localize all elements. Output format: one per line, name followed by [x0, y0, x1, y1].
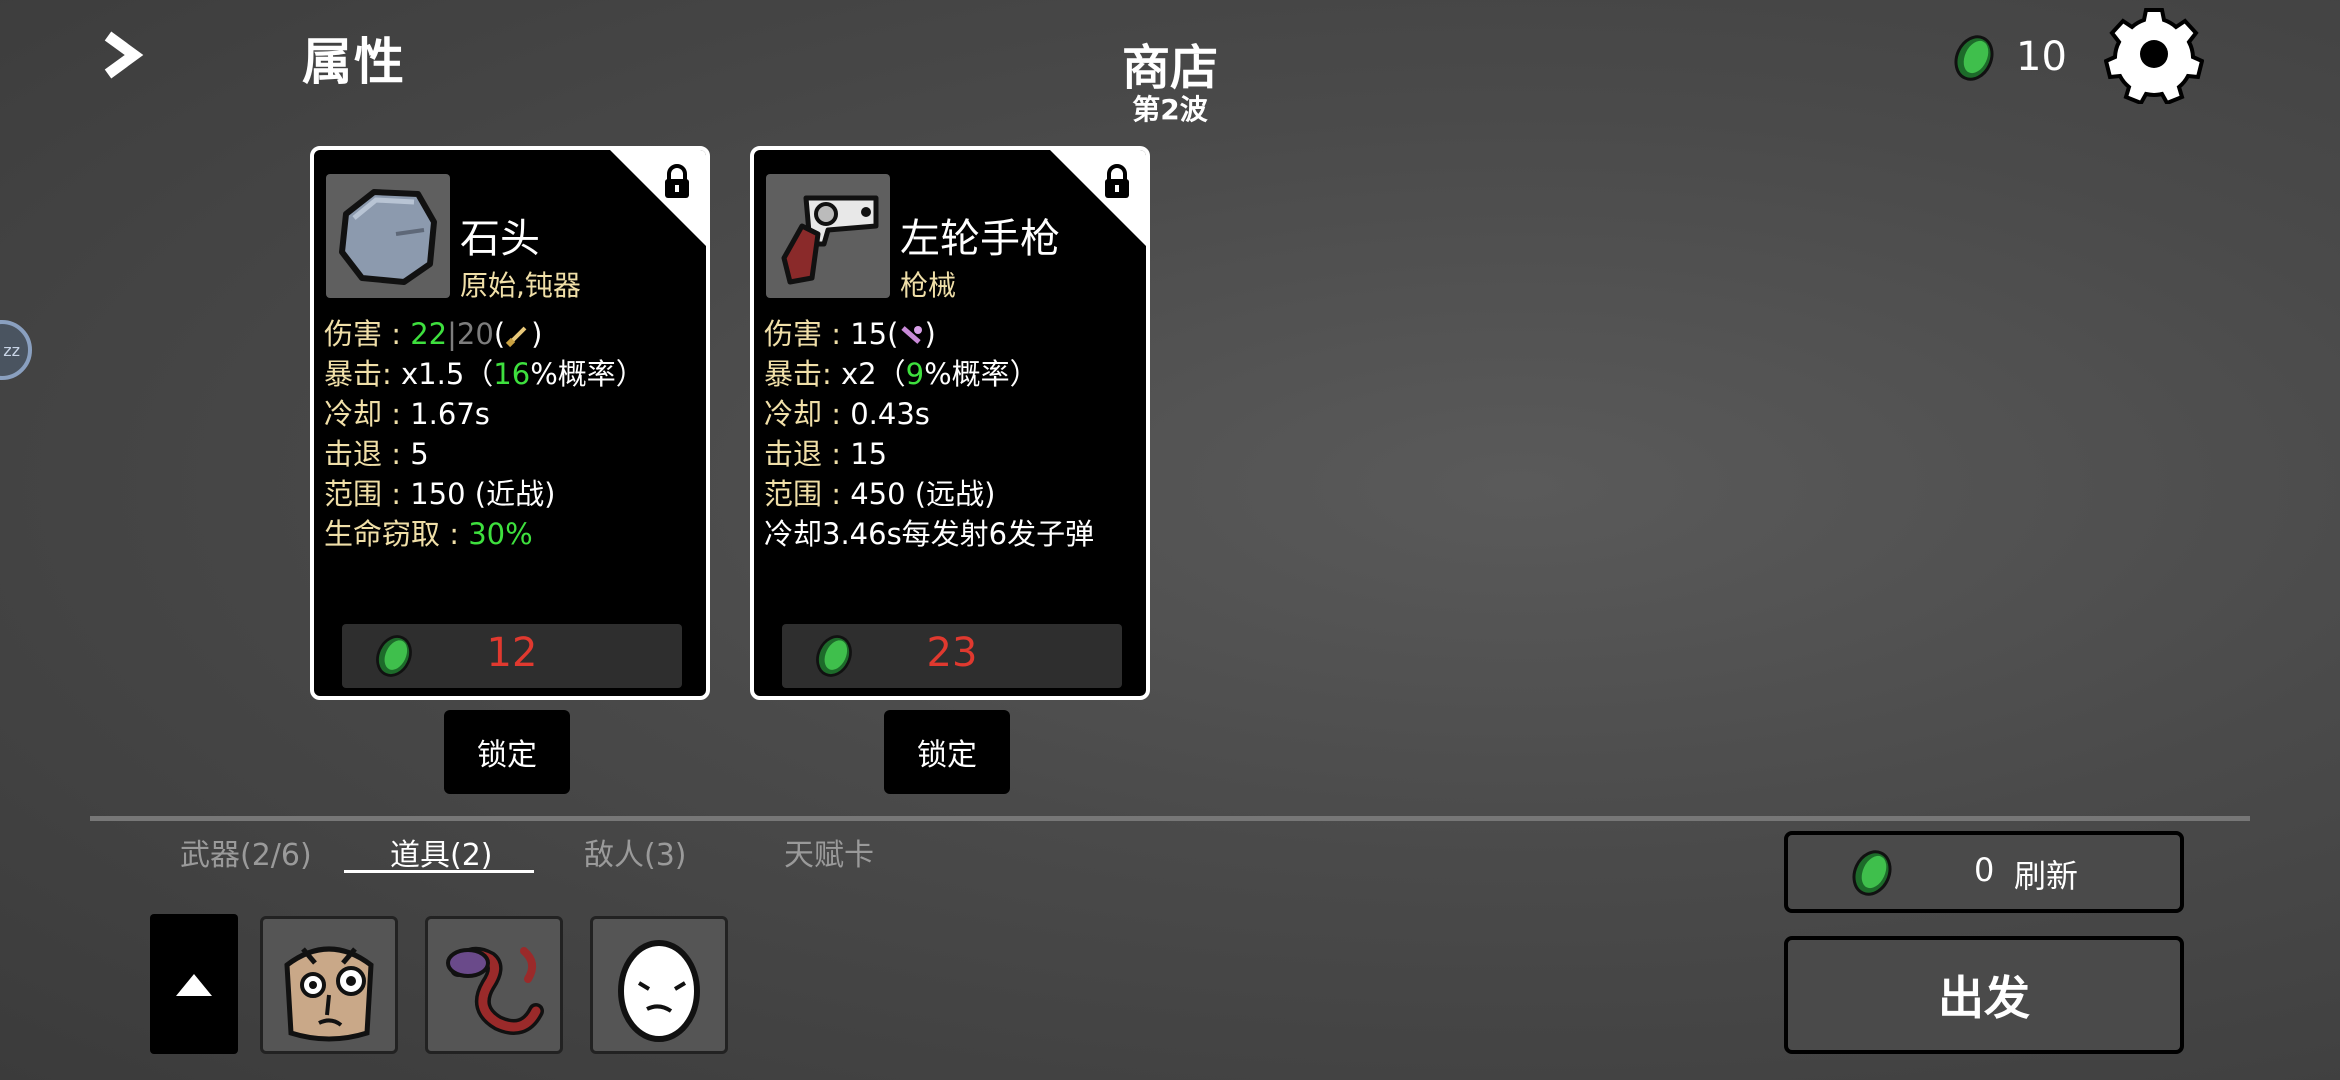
inventory-slot[interactable] — [425, 916, 563, 1054]
chevron-right-icon — [104, 31, 144, 79]
lock-button[interactable]: 锁定 — [884, 710, 1010, 794]
inventory-slot[interactable] — [260, 916, 398, 1054]
item-price: 23 — [926, 630, 978, 676]
item-tags: 枪械 — [900, 269, 957, 302]
divider — [90, 816, 2250, 821]
refresh-cost: 0 — [1974, 851, 1995, 889]
refresh-button[interactable]: 0 刷新 — [1784, 831, 2184, 913]
snake-icon — [446, 946, 544, 1035]
tab-talent-cards[interactable]: 天赋卡 — [784, 830, 874, 874]
wave-label: 第2波 — [1132, 93, 1208, 126]
card-corner — [1048, 150, 1146, 248]
attributes-title[interactable]: 属性 — [302, 22, 406, 94]
price-bar[interactable]: 12 — [342, 624, 682, 688]
expand-chevron-button[interactable] — [98, 30, 148, 80]
side-bubble[interactable]: zz — [0, 320, 32, 380]
damage-row: 伤害 : 22|20() — [324, 317, 543, 351]
gold-coin-icon — [1852, 850, 1892, 896]
item-tags: 原始,钝器 — [460, 269, 581, 302]
item-price: 12 — [486, 630, 538, 676]
settings-button[interactable] — [2103, 4, 2205, 106]
cooldown-row: 冷却 : 1.67s — [324, 397, 490, 431]
tab-items[interactable]: 道具(2) — [390, 830, 493, 874]
item-stats: 伤害 : 22|20() 暴击: x1.5（16%概率） 冷却 : 1.67s … — [324, 314, 645, 554]
tab-weapons[interactable]: 武器(2/6) — [180, 830, 312, 874]
item-icon-box — [766, 174, 890, 298]
inventory-slot[interactable] — [590, 916, 728, 1054]
triangle-up-icon — [176, 974, 212, 996]
gold-coin-icon — [1950, 34, 1998, 86]
crit-row: 暴击: x2（9%概率） — [764, 357, 1039, 391]
gold-amount: 10 — [2016, 34, 2067, 80]
price-bar[interactable]: 23 — [782, 624, 1122, 688]
sack-face-icon — [284, 946, 374, 1042]
melee-scaling-icon — [506, 326, 527, 348]
lock-button[interactable]: 锁定 — [444, 710, 570, 794]
special-row: 冷却3.46s每发射6发子弹 — [764, 517, 1095, 551]
shop-item-card-rock[interactable]: 石头 原始,钝器 伤害 : 22|20() 暴击: x1.5（16%概率） 冷却… — [310, 146, 710, 700]
lock-icon[interactable] — [1102, 164, 1132, 200]
revolver-icon — [781, 195, 879, 285]
range-row: 范围 : 150 (近战) — [324, 477, 556, 511]
collapse-button[interactable] — [150, 914, 238, 1054]
lock-icon[interactable] — [662, 164, 692, 200]
shop-item-card-revolver[interactable]: 左轮手枪 枪械 伤害 : 15() 暴击: x2（9%概率） 冷却 : 0.43… — [750, 146, 1150, 700]
card-corner — [608, 150, 706, 248]
knockback-row: 击退 : 5 — [324, 437, 429, 471]
item-icon-box — [326, 174, 450, 298]
gear-icon — [2103, 8, 2205, 106]
ranged-scaling-icon — [901, 326, 923, 344]
active-tab-underline — [344, 870, 534, 873]
egg-icon — [618, 940, 700, 1042]
lifesteal-row: 生命窃取 : 30% — [324, 517, 533, 551]
rock-icon — [339, 189, 437, 285]
damage-row: 伤害 : 15() — [764, 317, 936, 351]
tab-enemies[interactable]: 敌人(3) — [584, 830, 687, 874]
item-name: 石头 — [460, 216, 540, 262]
item-stats: 伤害 : 15() 暴击: x2（9%概率） 冷却 : 0.43s 击退 : 1… — [764, 314, 1094, 554]
refresh-label: 刷新 — [2014, 857, 2079, 895]
cooldown-row: 冷却 : 0.43s — [764, 397, 930, 431]
item-name: 左轮手枪 — [900, 216, 1060, 262]
crit-row: 暴击: x1.5（16%概率） — [324, 357, 645, 391]
range-row: 范围 : 450 (远战) — [764, 477, 996, 511]
go-button[interactable]: 出发 — [1784, 936, 2184, 1054]
knockback-row: 击退 : 15 — [764, 437, 888, 471]
